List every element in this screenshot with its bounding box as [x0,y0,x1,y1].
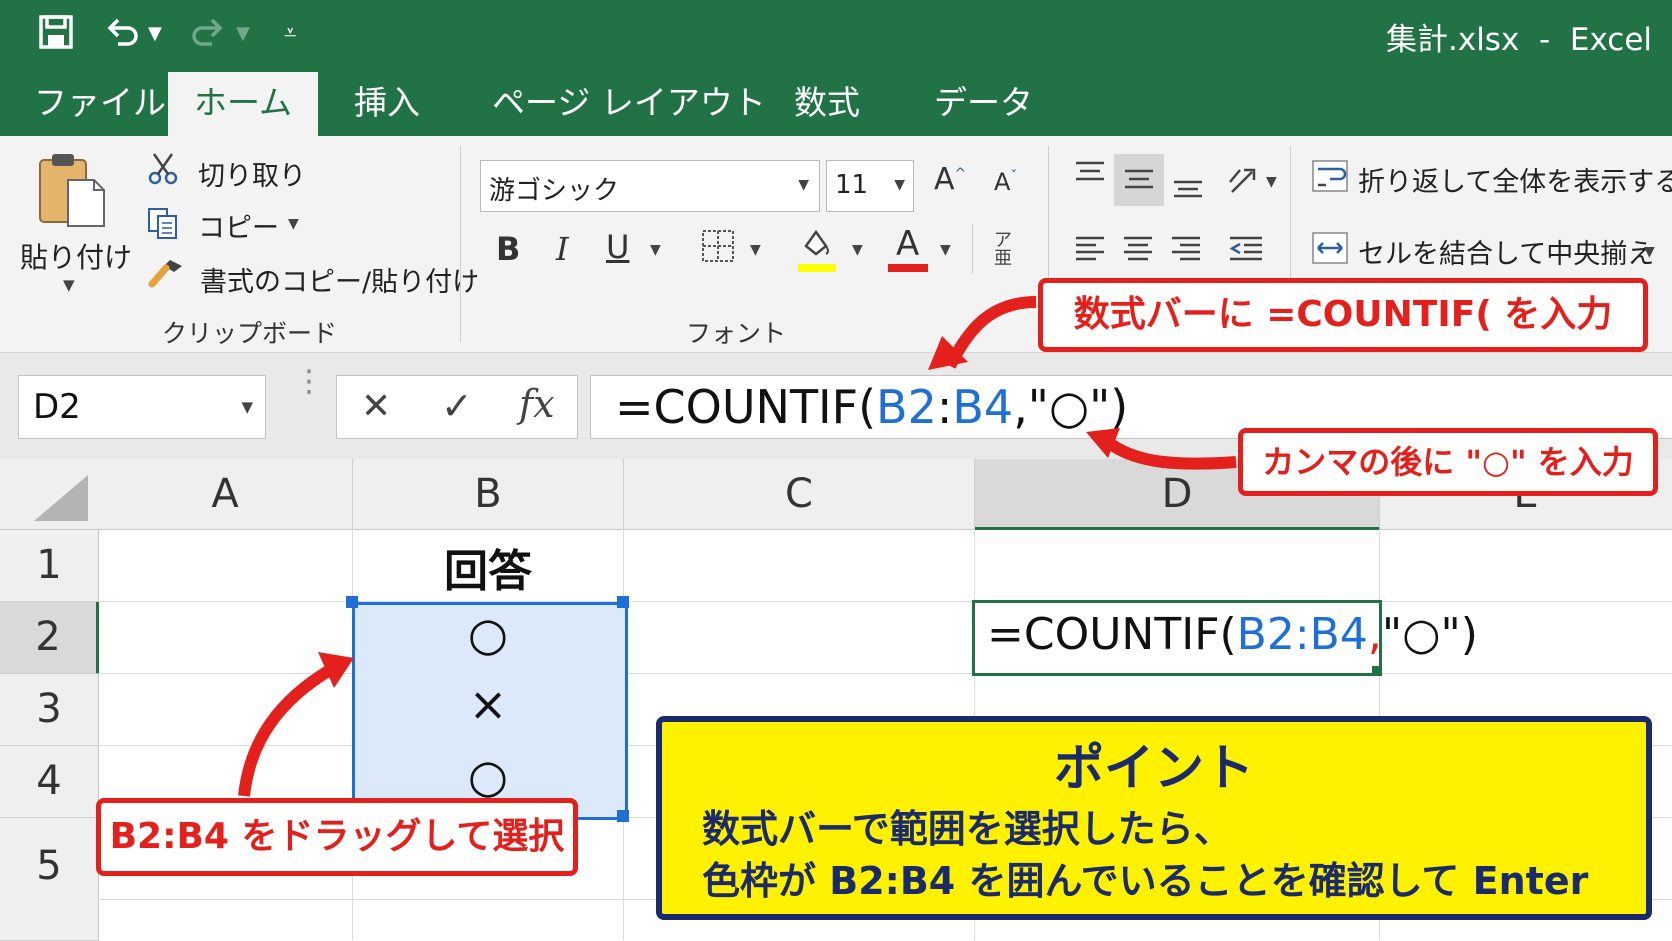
point-line-1: 数式バーで範囲を選択したら、 [702,807,1232,851]
callout-formula-bar: 数式バーに =COUNTIF( を入力 [1038,278,1648,352]
point-box: ポイント 数式バーで範囲を選択したら、 色枠が B2:B4 を囲んでいることを確… [656,716,1652,920]
point-title: ポイント [1054,739,1254,797]
callout-comma: カンマの後に "○" を入力 [1238,428,1658,496]
callout-drag-select: B2:B4 をドラッグして選択 [96,798,578,876]
point-line-2: 色枠が B2:B4 を囲んでいることを確認して Enter [702,859,1589,903]
